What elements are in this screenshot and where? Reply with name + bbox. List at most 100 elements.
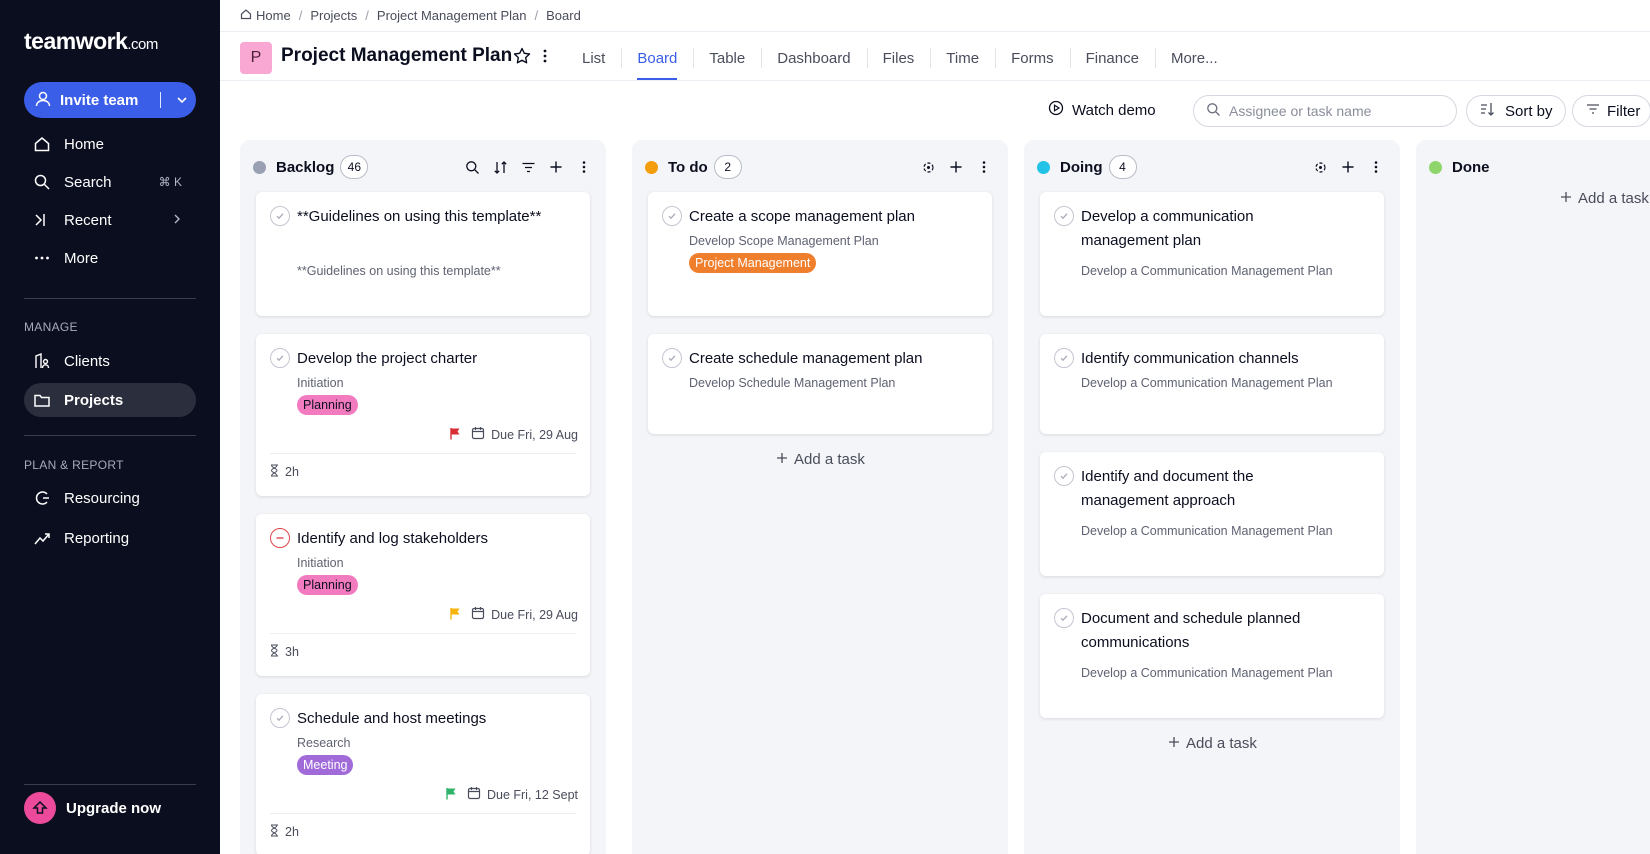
task-card[interactable]: **Guidelines on using this template** **… — [256, 192, 590, 316]
kebab-menu-icon[interactable] — [1362, 154, 1390, 180]
task-card[interactable]: Develop a communication management plan … — [1040, 192, 1384, 316]
complete-checkbox[interactable] — [1054, 206, 1074, 226]
status-dot — [253, 160, 266, 174]
chevron-down-icon[interactable] — [172, 90, 192, 110]
add-task-button[interactable]: Add a task — [1560, 190, 1649, 207]
due-date[interactable]: Due Fri, 29 Aug — [449, 426, 578, 443]
add-icon[interactable] — [1334, 154, 1362, 180]
breadcrumb-home[interactable]: Home — [256, 8, 291, 23]
add-task-label: Add a task — [1186, 735, 1257, 752]
upgrade-now-button[interactable]: Upgrade now — [24, 792, 161, 824]
complete-checkbox[interactable] — [1054, 466, 1074, 486]
task-card[interactable]: Identify and document the management app… — [1040, 452, 1384, 576]
due-date[interactable]: Due Fri, 12 Sept — [445, 786, 578, 803]
automation-icon[interactable] — [1306, 154, 1334, 180]
task-tag[interactable]: Planning — [297, 575, 358, 595]
complete-checkbox[interactable] — [662, 206, 682, 226]
resourcing-icon — [32, 488, 52, 508]
search-icon — [32, 172, 52, 192]
task-card[interactable]: Identify communication channels Develop … — [1040, 334, 1384, 434]
tab-list[interactable]: List — [566, 36, 621, 80]
watch-demo-label: Watch demo — [1072, 101, 1156, 119]
task-card[interactable]: Identify and log stakeholders Initiation… — [256, 514, 590, 676]
task-list-name: Develop a Communication Management Plan — [1081, 524, 1333, 538]
priority-flag-icon — [449, 427, 461, 443]
sort-icon[interactable] — [486, 154, 514, 180]
add-task-label: Add a task — [794, 451, 865, 468]
sidebar-item-projects[interactable]: Projects — [24, 383, 196, 417]
filter-button[interactable]: Filter — [1572, 95, 1650, 127]
due-date-label: Due Fri, 29 Aug — [491, 427, 578, 442]
sidebar-divider — [24, 435, 196, 436]
tab-finance[interactable]: Finance — [1069, 36, 1155, 80]
task-card[interactable]: Develop the project charter Initiation P… — [256, 334, 590, 496]
task-title: Identify and document the management app… — [1081, 468, 1254, 509]
breadcrumb-separator: / — [298, 8, 303, 23]
task-card[interactable]: Schedule and host meetings Research Meet… — [256, 694, 590, 854]
column-header: Backlog 46 — [240, 154, 606, 180]
sidebar-item-search[interactable]: Search ⌘ K — [24, 165, 196, 199]
automation-icon[interactable] — [914, 154, 942, 180]
time-estimate: 3h — [270, 644, 299, 660]
task-card[interactable]: Document and schedule planned communicat… — [1040, 594, 1384, 718]
teamwork-logo[interactable]: teamwork.com — [24, 28, 158, 55]
task-tag[interactable]: Project Management — [689, 253, 817, 273]
search-input[interactable] — [1229, 103, 1449, 119]
tab-more[interactable]: More... — [1154, 36, 1234, 80]
blocked-status-icon[interactable] — [270, 528, 290, 548]
task-tag[interactable]: Planning — [297, 395, 358, 415]
task-search — [1193, 95, 1457, 127]
clients-icon — [32, 351, 52, 371]
board-column-todo: To do 2 Create a scope management plan D… — [632, 140, 1008, 854]
task-card[interactable]: Create a scope management plan Develop S… — [648, 192, 992, 316]
complete-checkbox[interactable] — [270, 348, 290, 368]
complete-checkbox[interactable] — [270, 206, 290, 226]
add-icon[interactable] — [542, 154, 570, 180]
sidebar-item-label: More — [64, 249, 99, 267]
complete-checkbox[interactable] — [1054, 348, 1074, 368]
task-title: Develop a communication management plan — [1081, 208, 1254, 249]
task-count-badge: 2 — [713, 155, 742, 179]
filter-icon[interactable] — [514, 154, 542, 180]
tab-time[interactable]: Time — [930, 36, 995, 80]
star-icon[interactable] — [512, 46, 532, 69]
task-card[interactable]: Create schedule management plan Develop … — [648, 334, 992, 434]
breadcrumb-separator: / — [365, 8, 369, 23]
sidebar-item-resourcing[interactable]: Resourcing — [24, 481, 196, 515]
complete-checkbox[interactable] — [662, 348, 682, 368]
project-options-icon[interactable] — [542, 48, 548, 67]
add-task-button[interactable]: Add a task — [1168, 735, 1257, 752]
section-label-manage: MANAGE — [24, 320, 78, 334]
complete-checkbox[interactable] — [270, 708, 290, 728]
search-icon[interactable] — [458, 154, 486, 180]
sort-icon — [1479, 101, 1495, 121]
board-column-doing: Doing 4 Develop a communication manageme… — [1024, 140, 1400, 854]
watch-demo-button[interactable]: Watch demo — [1048, 100, 1156, 120]
column-header: Doing 4 — [1024, 154, 1400, 180]
section-label-plan-report: PLAN & REPORT — [24, 458, 124, 472]
tab-board[interactable]: Board — [621, 36, 693, 80]
kebab-menu-icon[interactable] — [570, 154, 598, 180]
due-date[interactable]: Due Fri, 29 Aug — [449, 606, 578, 623]
sidebar-item-reporting[interactable]: Reporting — [24, 521, 196, 555]
invite-team-button[interactable]: Invite team — [24, 82, 196, 118]
breadcrumb-project[interactable]: Project Management Plan — [377, 8, 527, 23]
tab-dashboard[interactable]: Dashboard — [761, 36, 866, 80]
sort-by-button[interactable]: Sort by — [1466, 95, 1566, 127]
sidebar-item-more[interactable]: More — [24, 241, 196, 275]
sidebar-item-clients[interactable]: Clients — [24, 344, 196, 378]
add-task-button[interactable]: Add a task — [776, 451, 865, 468]
task-list-name: Develop a Communication Management Plan — [1081, 264, 1333, 278]
tab-files[interactable]: Files — [866, 36, 931, 80]
tab-table[interactable]: Table — [693, 36, 761, 80]
task-list-name: Initiation — [297, 376, 344, 390]
kebab-menu-icon[interactable] — [970, 154, 998, 180]
tab-forms[interactable]: Forms — [995, 36, 1070, 80]
add-icon[interactable] — [942, 154, 970, 180]
complete-checkbox[interactable] — [1054, 608, 1074, 628]
sidebar-item-home[interactable]: Home — [24, 127, 196, 161]
task-tag[interactable]: Meeting — [297, 755, 354, 775]
breadcrumb-board[interactable]: Board — [546, 8, 581, 23]
breadcrumb-projects[interactable]: Projects — [310, 8, 357, 23]
sidebar-item-recent[interactable]: Recent — [24, 203, 196, 237]
